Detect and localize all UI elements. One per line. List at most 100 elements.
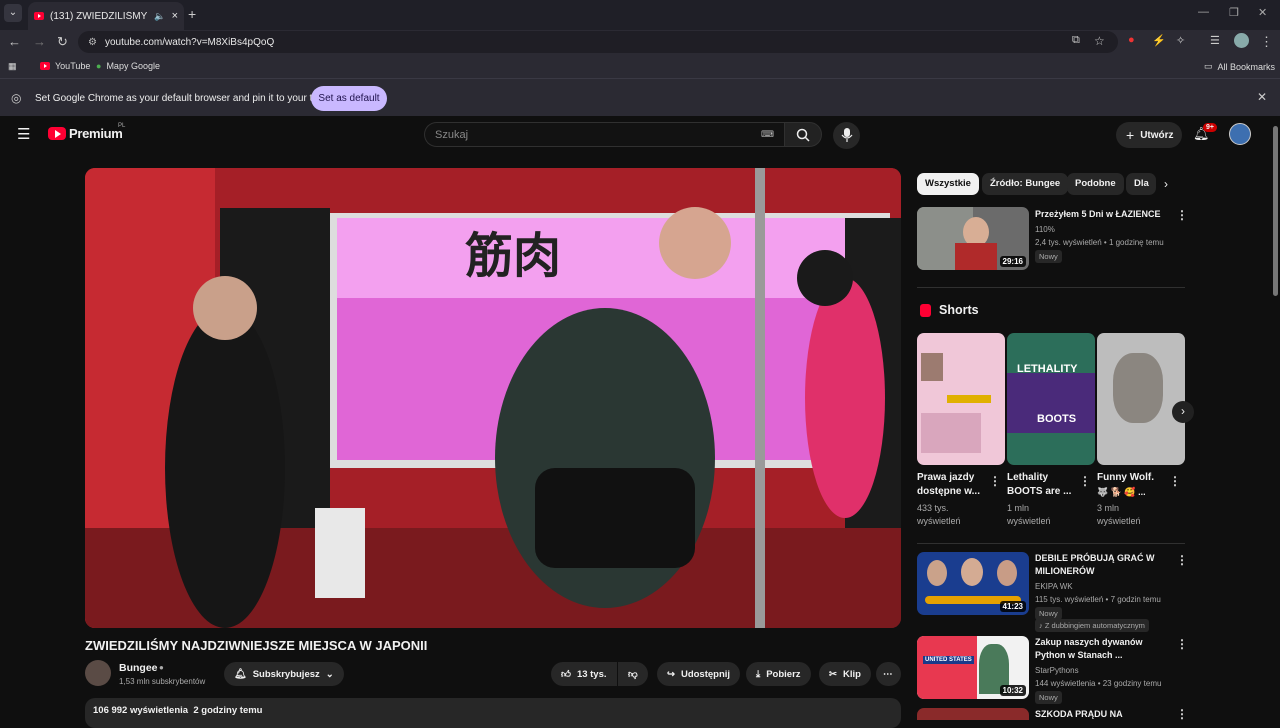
chip-related[interactable]: Podobne	[1067, 173, 1124, 195]
rec-title-2a[interactable]: DEBILE PRÓBUJĄ GRAĆ W	[1035, 552, 1155, 565]
scrollbar-thumb[interactable]	[1273, 126, 1278, 296]
rec-menu-icon[interactable]: ⋮	[1176, 637, 1188, 651]
short-title-2b[interactable]: BOOTS are ...	[1007, 485, 1071, 499]
keyboard-icon[interactable]: ⌨	[761, 129, 774, 140]
menu-hamburger-icon[interactable]: ☰	[17, 125, 30, 143]
tab-close-icon[interactable]: ×	[172, 10, 178, 22]
chevron-down-icon: ⌄	[325, 668, 334, 680]
chips-next-icon[interactable]: ›	[1164, 177, 1168, 191]
short-title-3a[interactable]: Funny Wolf.	[1097, 471, 1154, 485]
logo-premium-text[interactable]: Premium	[69, 126, 123, 141]
rec-menu-icon[interactable]: ⋮	[1176, 208, 1188, 222]
youtube-logo-icon[interactable]	[48, 127, 66, 140]
rec-thumbnail-1[interactable]: 29:16	[917, 207, 1029, 270]
duration-badge: 10:32	[999, 685, 1026, 696]
extension-icon[interactable]: ⚡	[1152, 34, 1166, 47]
share-button[interactable]: ↪ Udostępnij	[657, 662, 741, 686]
rec-meta-3: 144 wyświetlenia • 23 godziny temu	[1035, 679, 1162, 688]
chrome-menu-icon[interactable]: ⋮	[1260, 34, 1273, 50]
chip-source[interactable]: Źródło: Bungee	[982, 173, 1069, 195]
all-bookmarks[interactable]: ▭ All Bookmarks	[1204, 61, 1275, 72]
new-tab-button[interactable]: +	[188, 6, 196, 22]
extension-red-icon[interactable]: ●	[1128, 34, 1135, 46]
rec-thumbnail-4[interactable]	[917, 708, 1029, 720]
dub-icon: ♪	[1039, 621, 1043, 630]
tab-search-icon[interactable]: ⌄	[4, 4, 22, 22]
rec-channel-1[interactable]: 110%	[1035, 223, 1055, 236]
rec-title-4[interactable]: SZKODA PRĄDU NA	[1035, 708, 1123, 721]
infobar-text: Set Google Chrome as your default browse…	[35, 93, 343, 104]
search-button[interactable]	[784, 122, 822, 147]
rec-thumbnail-3[interactable]: UNITED STATES 10:32	[917, 636, 1029, 699]
youtube-favicon-icon	[40, 62, 50, 70]
site-info-icon[interactable]: ⚙	[88, 37, 97, 48]
set-default-button[interactable]: Set as default	[311, 86, 387, 111]
short-title-1a[interactable]: Prawa jazdy	[917, 471, 974, 485]
rec-title-2b[interactable]: MILIONERÓW	[1035, 565, 1095, 578]
search-input[interactable]: Szukaj ⌨	[424, 122, 784, 147]
short-thumbnail-1[interactable]	[917, 333, 1005, 465]
channel-name[interactable]: Bungee	[119, 662, 158, 674]
shorts-header: Shorts	[939, 303, 979, 317]
shorts-next-button[interactable]: ›	[1172, 401, 1194, 423]
dislike-button[interactable]: 👎︎	[618, 662, 648, 686]
short-menu-icon[interactable]: ⋮	[1079, 474, 1091, 488]
reading-list-icon[interactable]: ☰	[1210, 34, 1220, 47]
short-title-2a[interactable]: Lethality	[1007, 471, 1048, 485]
rec-channel-3[interactable]: StarPythons	[1035, 664, 1079, 677]
duration-badge: 41:23	[999, 601, 1026, 612]
apps-grid-icon[interactable]: ▦	[8, 61, 17, 72]
chip-all[interactable]: Wszystkie	[917, 173, 979, 195]
notification-count-badge: 9+	[1203, 123, 1217, 132]
rec-title-3b[interactable]: Python w Stanach ...	[1035, 649, 1123, 662]
short-title-3b[interactable]: 🐺 🐕 🥰 ...	[1097, 485, 1146, 499]
bookmark-maps[interactable]: ● Mapy Google	[96, 61, 160, 71]
shorts-logo-icon	[920, 304, 931, 317]
short-thumbnail-3[interactable]	[1097, 333, 1185, 465]
bookmark-star-icon[interactable]: ☆	[1094, 34, 1105, 48]
rec-channel-2[interactable]: EKIPA WK	[1035, 580, 1073, 593]
short-menu-icon[interactable]: ⋮	[989, 474, 1001, 488]
rec-meta-1: 2,4 tys. wyświetleń • 1 godzinę temu	[1035, 238, 1164, 247]
forward-icon[interactable]: →	[33, 34, 46, 49]
profile-avatar[interactable]	[1234, 33, 1249, 48]
rec-menu-icon[interactable]: ⋮	[1176, 707, 1188, 721]
install-app-icon[interactable]: ⧉	[1072, 34, 1080, 47]
voice-search-button[interactable]	[833, 122, 860, 149]
short-thumbnail-2[interactable]: LETHALITY BOOTS	[1007, 333, 1095, 465]
rec-thumbnail-2[interactable]: 41:23	[917, 552, 1029, 615]
bell-icon: 🔔︎	[234, 668, 247, 680]
tab-audio-icon[interactable]: 🔈	[154, 11, 165, 22]
mic-icon	[841, 128, 853, 142]
reload-icon[interactable]: ↻	[57, 34, 68, 50]
more-actions-button[interactable]: ⋯	[876, 662, 901, 686]
infobar-close-icon[interactable]: ✕	[1257, 90, 1267, 104]
minimize-icon[interactable]: —	[1198, 6, 1209, 18]
maximize-icon[interactable]: ❐	[1229, 6, 1239, 19]
channel-avatar[interactable]	[85, 660, 111, 686]
close-window-icon[interactable]: ✕	[1258, 6, 1267, 19]
video-screen-text: 筋肉	[465, 228, 562, 284]
address-bar[interactable]: ⚙ youtube.com/watch?v=M8XiBs4pQoQ	[78, 31, 1118, 53]
bookmark-youtube[interactable]: YouTube	[40, 61, 90, 71]
video-player[interactable]: 筋肉	[85, 168, 901, 628]
description-box[interactable]: 106 992 wyświetlenia 2 godziny temu	[85, 698, 901, 728]
tab-active[interactable]: (131) ZWIEDZILIŚMY NAJDZ 🔈 ×	[28, 2, 184, 30]
default-browser-infobar: ◎ Set Google Chrome as your default brow…	[0, 78, 1280, 116]
short-title-1b[interactable]: dostępne w...	[917, 485, 980, 499]
download-button[interactable]: ⤓ Pobierz	[746, 662, 811, 686]
short-menu-icon[interactable]: ⋮	[1169, 474, 1181, 488]
rec-title-3a[interactable]: Zakup naszych dywanów	[1035, 636, 1143, 649]
create-button[interactable]: + Utwórz	[1116, 122, 1182, 148]
subscribed-button[interactable]: 🔔︎ Subskrybujesz ⌄	[224, 662, 344, 686]
like-button[interactable]: 👍︎ 13 tys.	[551, 662, 617, 686]
extensions-puzzle-icon[interactable]: ✧	[1176, 34, 1185, 47]
rec-title-1[interactable]: Przeżyłem 5 Dni w ŁAZIENCE	[1035, 208, 1161, 221]
back-icon[interactable]: ←	[8, 34, 21, 49]
clip-button[interactable]: ✂ Klip	[819, 662, 871, 686]
divider	[917, 287, 1185, 288]
auto-dub-badge: ♪ Z dubbingiem automatycznym	[1035, 619, 1149, 632]
chip-for-you[interactable]: Dla	[1126, 173, 1156, 195]
account-avatar[interactable]	[1229, 123, 1251, 145]
rec-menu-icon[interactable]: ⋮	[1176, 553, 1188, 567]
